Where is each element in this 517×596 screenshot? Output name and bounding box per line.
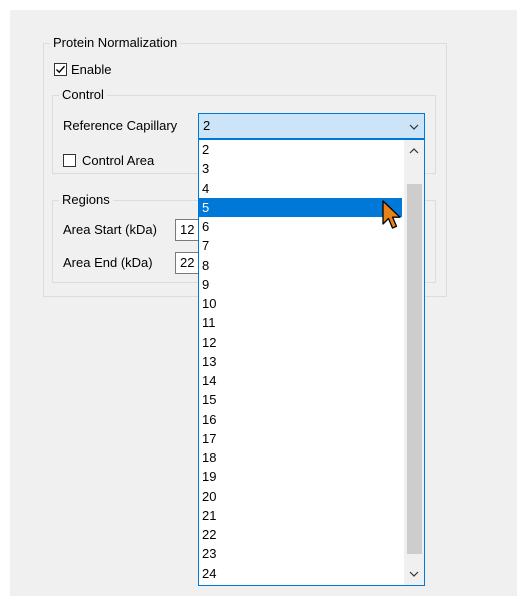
dropdown-option[interactable]: 9 [199, 275, 402, 294]
dialog-panel: Protein Normalization Enable Control Ref… [10, 10, 517, 596]
dropdown-option[interactable]: 6 [199, 217, 402, 236]
dropdown-option[interactable]: 11 [199, 313, 402, 332]
regions-title: Regions [62, 192, 110, 207]
dropdown-option[interactable]: 17 [199, 429, 402, 448]
reference-capillary-label: Reference Capillary [63, 118, 178, 133]
dropdown-scrollbar[interactable] [404, 140, 424, 585]
dropdown-option[interactable]: 14 [199, 371, 402, 390]
reference-capillary-combobox[interactable]: 2 [198, 113, 425, 139]
dropdown-option[interactable]: 12 [199, 333, 402, 352]
control-area-checkbox[interactable]: Control Area [63, 152, 154, 169]
scrollbar-thumb[interactable] [407, 184, 422, 554]
control-area-checkbox-box[interactable] [63, 154, 76, 167]
dropdown-option[interactable]: 16 [199, 410, 402, 429]
area-end-label: Area End (kDa) [63, 255, 153, 270]
dropdown-option[interactable]: 22 [199, 525, 402, 544]
dropdown-option[interactable]: 5 [199, 197, 402, 217]
checkmark-icon [56, 65, 66, 74]
dropdown-option[interactable]: 10 [199, 294, 402, 313]
dropdown-option[interactable]: 23 [199, 544, 402, 563]
enable-checkbox[interactable]: Enable [54, 61, 111, 78]
dropdown-option[interactable]: 15 [199, 390, 402, 409]
enable-checkbox-box[interactable] [54, 63, 67, 76]
chevron-down-icon [409, 571, 419, 577]
dropdown-option[interactable]: 24 [199, 564, 402, 583]
area-start-label: Area Start (kDa) [63, 222, 157, 237]
dropdown-option[interactable]: 13 [199, 352, 402, 371]
scroll-up-button[interactable] [404, 140, 424, 162]
chevron-up-icon [409, 148, 419, 154]
dropdown-option[interactable]: 19 [199, 467, 402, 486]
protein-normalization-title: Protein Normalization [53, 35, 178, 50]
dropdown-option[interactable]: 3 [199, 159, 402, 178]
control-area-label: Control Area [82, 153, 155, 168]
control-title: Control [62, 87, 104, 102]
enable-label: Enable [71, 62, 112, 77]
dropdown-option[interactable]: 20 [199, 487, 402, 506]
chevron-down-icon[interactable] [409, 123, 419, 131]
dropdown-option[interactable]: 7 [199, 236, 402, 255]
dropdown-option[interactable]: 4 [199, 179, 402, 198]
dropdown-option[interactable]: 21 [199, 506, 402, 525]
mouse-pointer-icon [382, 200, 401, 229]
scroll-down-button[interactable] [404, 563, 424, 585]
dropdown-option[interactable]: 8 [199, 256, 402, 275]
dropdown-option[interactable]: 18 [199, 448, 402, 467]
dropdown-option[interactable]: 2 [199, 140, 402, 159]
reference-capillary-value: 2 [203, 118, 211, 133]
